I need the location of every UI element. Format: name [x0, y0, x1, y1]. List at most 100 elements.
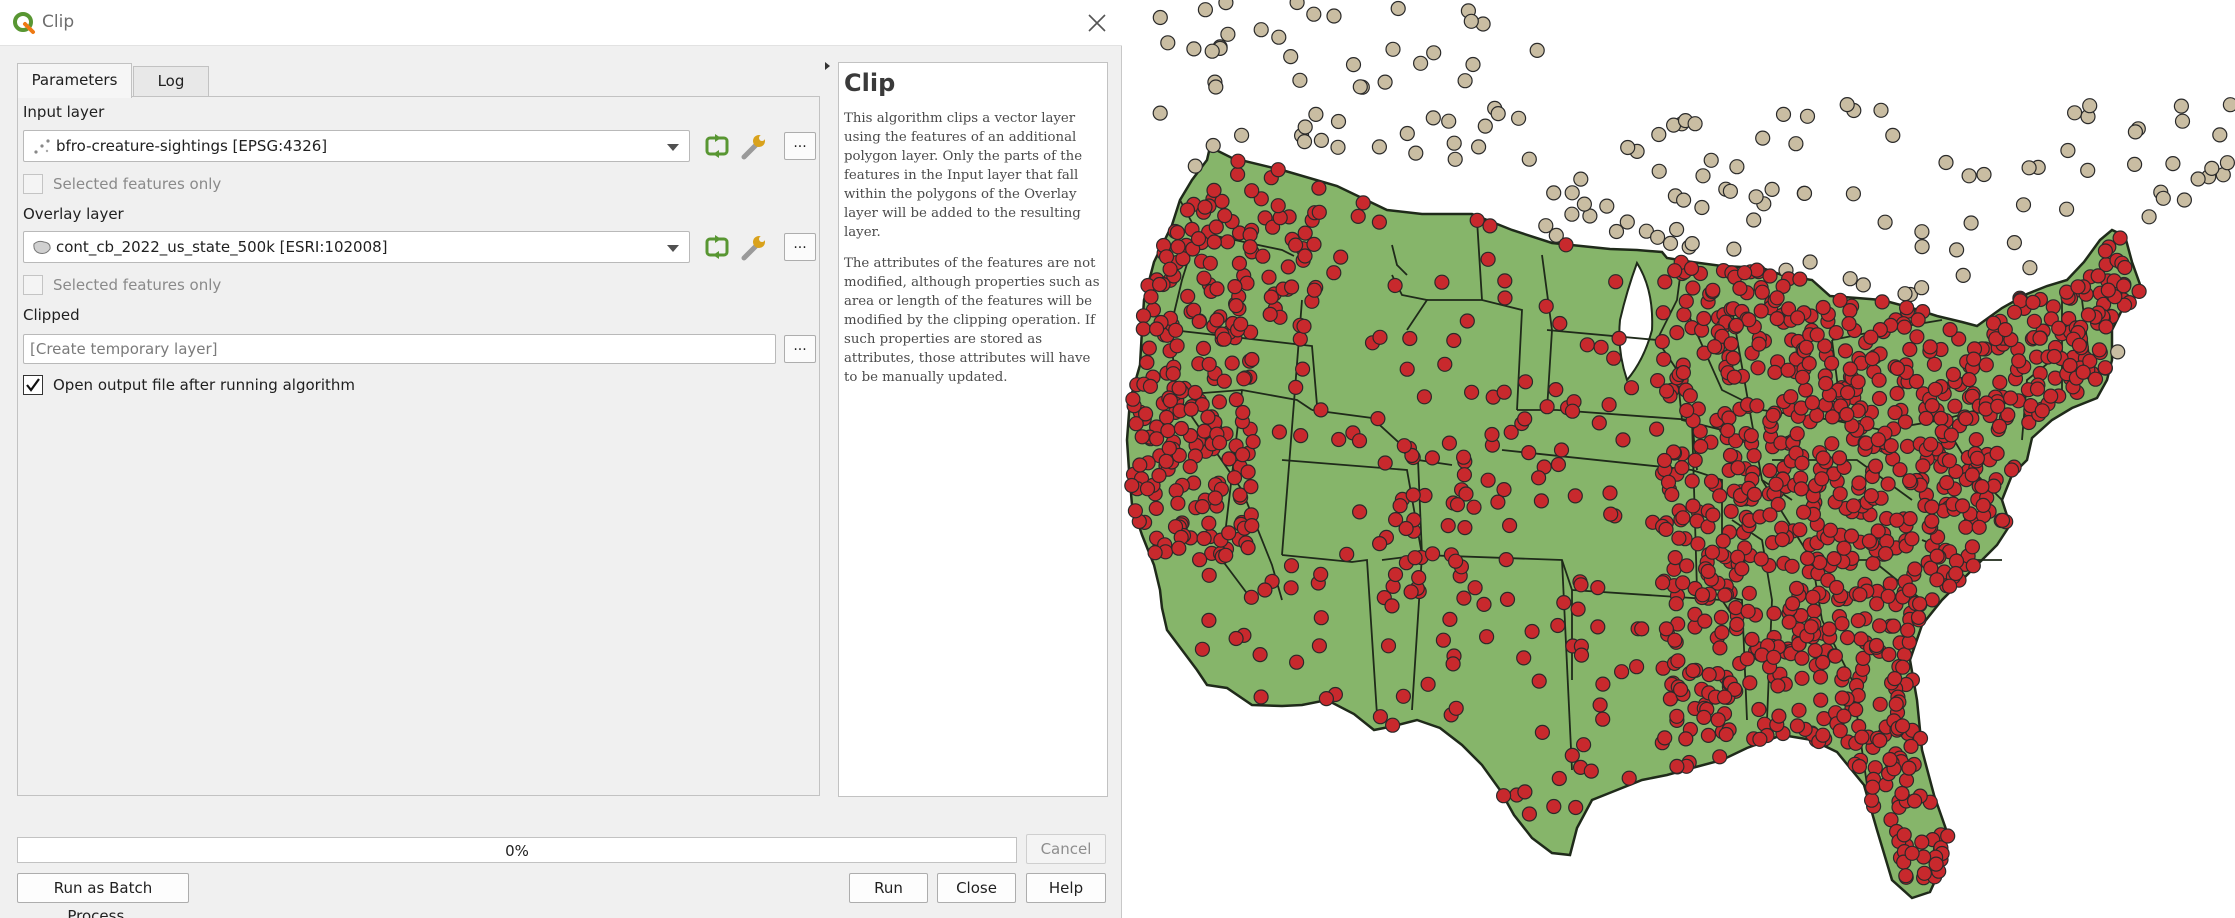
sighting-point [1804, 395, 1821, 411]
help-button[interactable]: Help [1026, 873, 1106, 903]
sighting-point [1664, 486, 1680, 503]
input-layer-options-button[interactable]: ... [784, 132, 816, 160]
sighting-point-outside [1961, 168, 1977, 184]
sighting-point [1459, 313, 1475, 329]
sighting-point [1466, 499, 1482, 515]
us-states-outline [1125, 145, 2144, 900]
sighting-point [1910, 312, 1926, 328]
help-paragraph-1: This algorithm clips a vector layer usin… [844, 111, 1083, 240]
sighting-point [1910, 609, 1927, 626]
sighting-point-outside [1289, 0, 1305, 11]
sighting-point [1889, 512, 1905, 528]
sighting-point [1784, 558, 1800, 574]
sighting-point [1964, 539, 1981, 555]
close-icon[interactable] [1086, 12, 1108, 34]
sighting-point [1740, 603, 1756, 619]
overlay-selected-only-checkbox[interactable] [23, 275, 43, 295]
sighting-point [1823, 355, 1840, 371]
sighting-point [1943, 427, 1959, 443]
sighting-point [1380, 638, 1397, 654]
sighting-point [1295, 361, 1311, 377]
sighting-point-outside [2126, 156, 2143, 172]
sighting-point [1253, 689, 1269, 705]
run-button[interactable]: Run [849, 873, 928, 903]
wrench-icon[interactable] [738, 130, 770, 162]
sighting-point-outside [2058, 201, 2075, 217]
sighting-point [1654, 334, 1670, 350]
sighting-point [1831, 450, 1848, 466]
sighting-point [1579, 337, 1595, 353]
sighting-point [1723, 503, 1739, 519]
window-title: Clip [42, 12, 75, 32]
sighting-point [1885, 618, 1902, 634]
sighting-point [1784, 595, 1801, 612]
sighting-point [1517, 374, 1534, 390]
sighting-point [1827, 648, 1844, 664]
sighting-point [1789, 426, 1805, 442]
input-layer-combo[interactable]: bfro-creature-sightings [EPSG:4326] [23, 130, 690, 162]
point-layer-icon [34, 139, 50, 154]
sighting-point [1732, 280, 1748, 296]
help-paragraph-2: The attributes of the features are not m… [844, 256, 1100, 385]
splitter-handle[interactable] [822, 60, 832, 800]
sighting-point-outside [2060, 142, 2076, 159]
sighting-point [1480, 472, 1496, 488]
sighting-point [1898, 300, 1915, 316]
sighting-point [1171, 380, 1187, 396]
sighting-point-outside [1748, 189, 1764, 205]
map-canvas[interactable] [1122, 0, 2235, 918]
input-selected-only-checkbox[interactable] [23, 174, 43, 194]
overlay-layer-options-button[interactable]: ... [784, 233, 816, 261]
sighting-point [1901, 760, 1917, 776]
sighting-point [1480, 251, 1496, 267]
sighting-point [1170, 239, 1186, 255]
sighting-point [1445, 656, 1461, 672]
sighting-point [1774, 531, 1790, 548]
sighting-point [1837, 343, 1854, 359]
sighting-point [1158, 453, 1174, 469]
tab-log[interactable]: Log [133, 66, 209, 97]
overlay-layer-combo[interactable]: cont_cb_2022_us_state_500k [ESRI:102008] [23, 231, 690, 263]
sighting-point [1583, 763, 1599, 779]
sighting-point [1484, 426, 1500, 443]
sighting-point [1606, 350, 1622, 366]
sighting-point [1516, 650, 1532, 666]
sighting-point [1712, 640, 1728, 656]
sighting-point [1806, 603, 1822, 619]
sighting-point [1229, 166, 1246, 182]
clipped-output-options-button[interactable]: ... [784, 335, 816, 363]
open-output-checkbox[interactable] [23, 375, 43, 395]
sighting-point [1697, 613, 1713, 629]
sighting-point [1573, 647, 1590, 663]
iterate-icon[interactable] [701, 231, 733, 263]
sighting-point [1864, 351, 1880, 367]
wrench-icon[interactable] [738, 231, 770, 263]
iterate-icon[interactable] [701, 130, 733, 162]
clipped-output-field[interactable]: [Create temporary layer] [23, 334, 776, 364]
sighting-point [1200, 409, 1216, 425]
sighting-point-outside [2110, 344, 2126, 360]
sighting-point [1762, 268, 1778, 284]
sighting-point [1832, 723, 1848, 739]
sighting-point [1942, 322, 1958, 338]
sighting-point-outside [1413, 55, 1429, 71]
sighting-point [1147, 545, 1163, 561]
sighting-point [1297, 248, 1313, 264]
sighting-point [1815, 450, 1831, 466]
sighting-point [1553, 442, 1570, 458]
sighting-point [1548, 382, 1564, 398]
sighting-point-outside [1425, 110, 1441, 126]
sighting-point-outside [1205, 137, 1221, 154]
sighting-point [1648, 421, 1665, 437]
run-as-batch-button[interactable]: Run as Batch Process... [17, 873, 189, 918]
sighting-point [1311, 204, 1327, 220]
sighting-point [1712, 488, 1728, 504]
close-button[interactable]: Close [937, 873, 1016, 903]
tab-parameters[interactable]: Parameters [17, 63, 132, 98]
sighting-point [1135, 308, 1152, 324]
sighting-point [1994, 512, 2011, 529]
cancel-button[interactable]: Cancel [1026, 834, 1106, 864]
sighting-point [1918, 410, 1934, 426]
sighting-point [1883, 438, 1899, 454]
sighting-point-outside [1855, 277, 1871, 293]
